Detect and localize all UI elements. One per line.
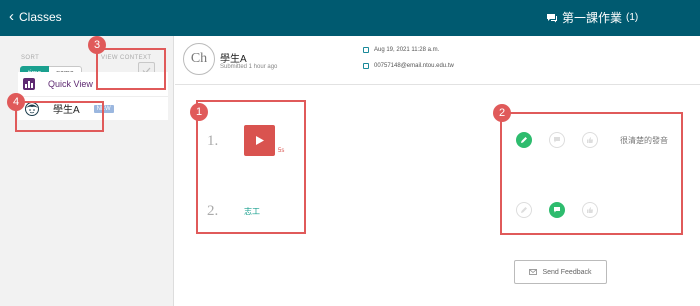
submission-header: Ch 學生A Submitted 1 hour ago Aug 19, 2021… (175, 36, 700, 85)
send-feedback-label: Send Feedback (542, 268, 592, 276)
assignment-header: 第一課作業 (1) (546, 9, 638, 26)
back-label: Classes (19, 9, 62, 24)
callout-number-2: 2 (493, 104, 511, 122)
bar-chart-icon (23, 78, 35, 90)
callout-number-1: 1 (190, 103, 208, 121)
submitted-time: Submitted 1 hour ago (220, 64, 278, 70)
callout-box-4 (15, 101, 104, 132)
comment-icon (547, 13, 557, 22)
email-text: 00757148@email.ntou.edu.tw (374, 63, 454, 69)
assignment-title: 第一課作業 (562, 11, 623, 25)
top-bar: ‹ Classes 第一課作業 (1) (0, 0, 700, 36)
assignment-count: (1) (626, 12, 639, 23)
calendar-icon (363, 47, 369, 53)
avatar: Ch (183, 43, 215, 75)
date-text: Aug 19, 2021 11:28 a.m. (374, 47, 440, 53)
submission-email: 00757148@email.ntou.edu.tw (363, 63, 454, 69)
callout-box-3 (96, 48, 166, 90)
quick-view-label: Quick View (48, 79, 93, 89)
chevron-left-icon: ‹ (9, 8, 14, 25)
submission-student-name: 學生A (220, 54, 247, 65)
callout-box-2 (500, 112, 683, 235)
submission-date: Aug 19, 2021 11:28 a.m. (363, 47, 439, 53)
sort-label: SORT (21, 55, 40, 61)
callout-box-1 (196, 100, 306, 234)
callout-number-3: 3 (88, 36, 106, 54)
back-to-classes-link[interactable]: ‹ Classes (9, 9, 62, 24)
send-icon (529, 269, 538, 275)
callout-number-4: 4 (7, 93, 25, 111)
email-icon (363, 63, 369, 69)
send-feedback-button[interactable]: Send Feedback (514, 260, 607, 284)
